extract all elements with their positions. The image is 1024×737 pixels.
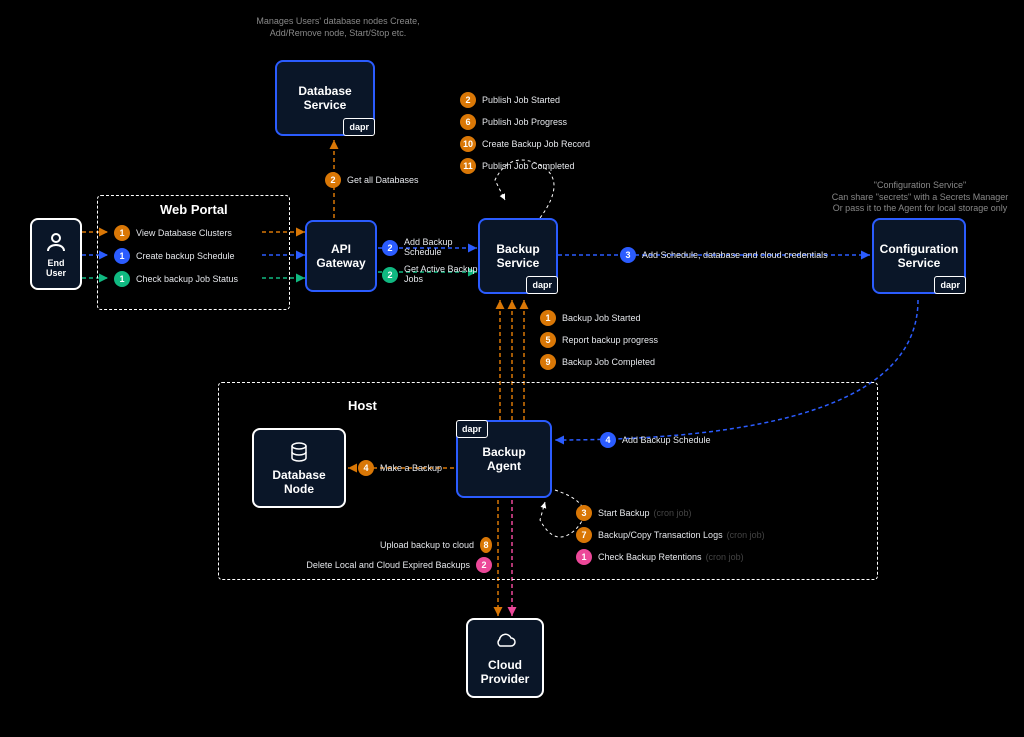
dapr-badge: dapr — [934, 276, 966, 294]
host-label: Host — [348, 398, 377, 413]
api-gateway-node: API Gateway — [305, 220, 377, 292]
get-jobs-label: 2Get Active Backup Jobs — [382, 265, 478, 285]
delete-expired-label: Delete Local and Cloud Expired Backups2 — [302, 557, 492, 573]
portal-create-action: 1Create backup Schedule — [114, 248, 235, 264]
web-portal-label: Web Portal — [160, 202, 228, 217]
db-service-annotation: Manages Users' database nodes Create, Ad… — [248, 16, 428, 39]
portal-view-action: 1View Database Clusters — [114, 225, 232, 241]
dapr-badge: dapr — [456, 420, 488, 438]
portal-check-action: 1Check backup Job Status — [114, 271, 238, 287]
user-icon — [44, 230, 68, 254]
get-dbs-label: 2Get all Databases — [325, 172, 419, 188]
add-schedule-agent-label: 4Add Backup Schedule — [600, 432, 711, 448]
end-user-node: End User — [30, 218, 82, 290]
cloud-icon — [493, 630, 517, 654]
make-backup-label: 4Make a Backup — [358, 460, 442, 476]
backup-service-internal-steps: 2Publish Job Started 6Publish Job Progre… — [460, 92, 590, 174]
svc-to-config-label: 3Add Schedule, database and cloud creden… — [620, 247, 828, 263]
config-service-node: Configuration Service dapr — [872, 218, 966, 294]
agent-internal-steps: 3Start Backup(cron job) 7Backup/Copy Tra… — [576, 505, 765, 565]
upload-cloud-label: Upload backup to cloud8 — [380, 537, 492, 553]
database-icon — [287, 440, 311, 464]
config-service-annotation: "Configuration Service" Can share "secre… — [820, 180, 1020, 215]
dapr-badge: dapr — [526, 276, 558, 294]
cloud-provider-node: Cloud Provider — [466, 618, 544, 698]
backup-agent-node: Backup Agent dapr — [456, 420, 552, 498]
backup-service-node: Backup Service dapr — [478, 218, 558, 294]
dapr-badge: dapr — [343, 118, 375, 136]
add-schedule-label: 2Add Backup Schedule — [382, 238, 453, 258]
agent-to-service-steps: 1Backup Job Started 5Report backup progr… — [540, 310, 658, 370]
database-node: Database Node — [252, 428, 346, 508]
database-service-node: Database Service dapr — [275, 60, 375, 136]
